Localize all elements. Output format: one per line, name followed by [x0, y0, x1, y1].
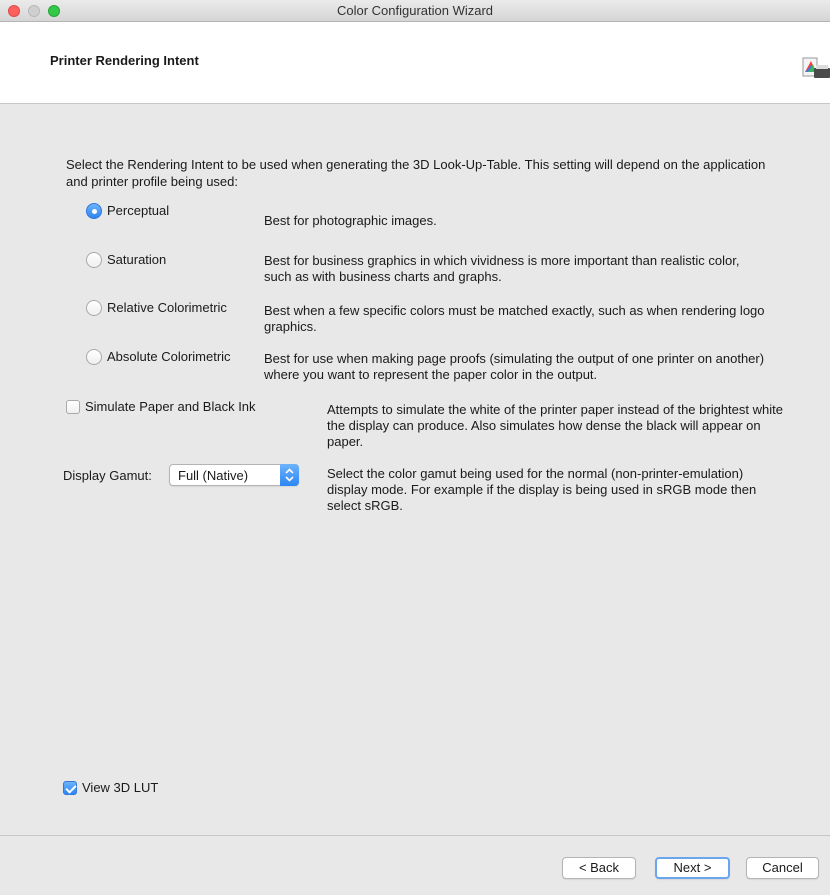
absolute-colorimetric-description: Best for use when making page proofs (si… — [264, 351, 765, 382]
radio-button-perceptual[interactable] — [86, 203, 102, 219]
simulate-paper-description: Attempts to simulate the white of the pr… — [327, 402, 783, 449]
simulate-paper-checkbox[interactable] — [66, 400, 80, 414]
radio-button-absolute-colorimetric[interactable] — [86, 349, 102, 365]
view-3d-lut-checkbox[interactable] — [63, 781, 77, 795]
perceptual-description: Best for photographic images. — [264, 213, 437, 228]
saturation-description: Best for business graphics in which vivi… — [264, 253, 740, 284]
intro-text: Select the Rendering Intent to be used w… — [66, 157, 766, 189]
radio-button-relative-colorimetric[interactable] — [86, 300, 102, 316]
back-button[interactable]: < Back — [562, 857, 636, 879]
radio-label-relative-colorimetric: Relative Colorimetric — [107, 300, 227, 315]
color-wizard-logo-icon — [800, 52, 830, 82]
display-gamut-label: Display Gamut: — [63, 468, 152, 483]
page-title: Printer Rendering Intent — [50, 53, 199, 68]
cancel-button[interactable]: Cancel — [746, 857, 819, 879]
radio-label-saturation: Saturation — [107, 252, 167, 267]
radio-label-absolute-colorimetric: Absolute Colorimetric — [107, 349, 231, 364]
display-gamut-select[interactable]: Full (Native) — [169, 464, 299, 486]
view-3d-lut-label[interactable]: View 3D LUT — [82, 780, 158, 795]
title-bar[interactable]: Color Configuration Wizard — [0, 0, 830, 22]
display-gamut-description: Select the color gamut being used for th… — [327, 466, 757, 513]
relative-colorimetric-description: Best when a few specific colors must be … — [264, 303, 765, 334]
wizard-header: Printer Rendering Intent — [0, 22, 830, 104]
footer-divider — [0, 835, 830, 836]
radio-button-saturation[interactable] — [86, 252, 102, 268]
chevron-updown-icon — [280, 464, 299, 486]
next-button[interactable]: Next > — [655, 857, 730, 879]
window-title: Color Configuration Wizard — [336, 3, 494, 18]
radio-label-perceptual: Perceptual — [107, 203, 170, 218]
simulate-paper-label[interactable]: Simulate Paper and Black Ink — [85, 399, 256, 414]
display-gamut-value: Full (Native) — [178, 468, 249, 483]
